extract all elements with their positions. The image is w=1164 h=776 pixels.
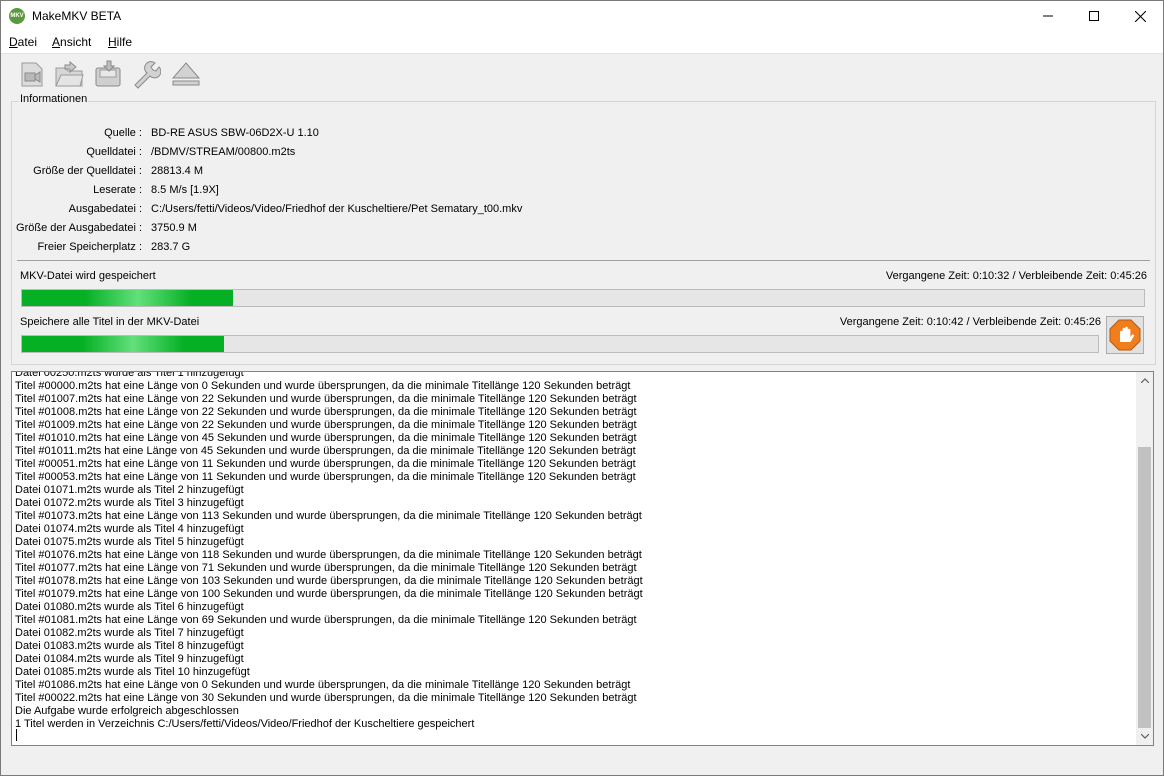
info-row-output-file: Ausgabedatei : C:/Users/fetti/Videos/Vid… [12, 203, 612, 219]
chevron-up-icon [1140, 378, 1149, 383]
makemkv-logo-icon: MKV [9, 8, 25, 24]
log-line: Titel #01079.m2ts hat eine Länge von 100… [15, 588, 643, 600]
log-line: Datei 01074.m2ts wurde als Titel 4 hinzu… [15, 523, 244, 535]
menu-hilfe[interactable]: Hilfe [108, 35, 132, 49]
log-line: Die Aufgabe wurde erfolgreich abgeschlos… [15, 705, 239, 717]
log-line: Titel #01007.m2ts hat eine Länge von 22 … [15, 393, 637, 405]
open-files-icon [21, 62, 43, 87]
info-label: Größe der Quelldatei : [33, 165, 142, 177]
log-line: Titel #00051.m2ts hat eine Länge von 11 … [15, 458, 636, 470]
progress-time-total: Vergangene Zeit: 0:10:42 / Verbleibende … [839, 316, 1101, 328]
open-folder-button[interactable] [53, 58, 85, 90]
close-icon [1134, 10, 1146, 22]
toolbar [1, 53, 1163, 94]
info-value: 28813.4 M [151, 165, 203, 177]
progress-label-total: Speichere alle Titel in der MKV-Datei [20, 316, 200, 328]
log-line: Datei 00250.m2ts wurde als Titel 1 hinzu… [15, 371, 244, 379]
info-label: Ausgabedatei : [68, 203, 142, 215]
info-value: C:/Users/fetti/Videos/Video/Friedhof der… [151, 203, 523, 215]
info-row-source-file: Quelldatei : /BDMV/STREAM/00800.m2ts [12, 146, 612, 162]
log-line: Datei 01085.m2ts wurde als Titel 10 hinz… [15, 666, 250, 678]
progress-bar-total [21, 335, 1099, 353]
progress-bar-file [21, 289, 1145, 307]
close-button[interactable] [1117, 1, 1163, 31]
chevron-down-icon [1140, 734, 1149, 739]
log-scrollbar[interactable] [1136, 372, 1153, 745]
info-label: Leserate : [93, 184, 142, 196]
log-line: Datei 01080.m2ts wurde als Titel 6 hinzu… [15, 601, 244, 613]
log-line: Titel #01009.m2ts hat eine Länge von 22 … [15, 419, 637, 431]
scrollbar-thumb[interactable] [1138, 447, 1151, 728]
progress-fill [22, 336, 225, 352]
maximize-button[interactable] [1071, 1, 1117, 31]
info-label: Quelldatei : [86, 146, 142, 158]
log-line: Titel #01078.m2ts hat eine Länge von 103… [15, 575, 643, 587]
info-row-source: Quelle : BD-RE ASUS SBW-06D2X-U 1.10 [12, 127, 612, 143]
log-line: Datei 01082.m2ts wurde als Titel 7 hinzu… [15, 627, 244, 639]
log-line: Titel #01010.m2ts hat eine Länge von 45 … [15, 432, 637, 444]
eject-button[interactable] [170, 58, 202, 90]
log-line: Datei 01071.m2ts wurde als Titel 2 hinzu… [15, 484, 244, 496]
info-row-read-rate: Leserate : 8.5 M/s [1.9X] [12, 184, 612, 200]
information-group-title: Informationen [19, 93, 89, 105]
log-line: Titel #01011.m2ts hat eine Länge von 45 … [15, 445, 636, 457]
log-line: Datei 01075.m2ts wurde als Titel 5 hinzu… [15, 536, 244, 548]
info-value: 283.7 G [151, 241, 191, 253]
open-folder-icon [55, 60, 84, 87]
scroll-up-button[interactable] [1136, 372, 1153, 389]
information-group: Informationen Quelle : BD-RE ASUS SBW-06… [11, 93, 1156, 365]
info-value: /BDMV/STREAM/00800.m2ts [151, 146, 296, 158]
log-line: Datei 01072.m2ts wurde als Titel 3 hinzu… [15, 497, 244, 509]
info-value: 8.5 M/s [1.9X] [151, 184, 219, 196]
save-mkv-button[interactable] [92, 58, 124, 90]
log-line: Titel #01077.m2ts hat eine Länge von 71 … [15, 562, 637, 574]
info-row-free-space: Freier Speicherplatz : 283.7 G [12, 241, 612, 257]
divider [17, 260, 1150, 261]
info-label: Quelle : [104, 127, 142, 139]
info-value: BD-RE ASUS SBW-06D2X-U 1.10 [151, 127, 319, 139]
text-caret [16, 729, 17, 741]
open-files-button[interactable] [16, 58, 48, 90]
info-label: Freier Speicherplatz : [37, 241, 142, 253]
log-line: Titel #00000.m2ts hat eine Länge von 0 S… [15, 380, 631, 392]
save-mkv-icon [95, 60, 121, 87]
log-line: Titel #01073.m2ts hat eine Länge von 113… [15, 510, 642, 522]
log-line: Titel #01076.m2ts hat eine Länge von 118… [15, 549, 642, 561]
settings-wrench-icon [134, 61, 161, 89]
eject-icon [171, 62, 201, 86]
info-label: Größe der Ausgabedatei : [16, 222, 142, 234]
log-line: Titel #01081.m2ts hat eine Länge von 69 … [15, 614, 637, 626]
minimize-icon [1043, 15, 1053, 17]
log-line: Titel #01008.m2ts hat eine Länge von 22 … [15, 406, 637, 418]
log-line: Titel #00022.m2ts hat eine Länge von 30 … [15, 692, 637, 704]
log-line: 1 Titel werden in Verzeichnis C:/Users/f… [15, 718, 475, 730]
stop-hand-icon [1109, 319, 1141, 351]
log-line: Datei 01084.m2ts wurde als Titel 9 hinzu… [15, 653, 244, 665]
menu-ansicht[interactable]: Ansicht [52, 35, 91, 49]
menu-datei[interactable]: Datei [9, 35, 37, 49]
info-value: 3750.9 M [151, 222, 197, 234]
maximize-icon [1089, 11, 1099, 21]
makemkv-window: MKV MakeMKV BETA Datei Ansicht Hilfe Inf… [0, 0, 1164, 776]
title-bar: MKV MakeMKV BETA [1, 1, 1163, 31]
settings-button[interactable] [130, 58, 162, 90]
minimize-button[interactable] [1025, 1, 1071, 31]
window-title: MakeMKV BETA [32, 9, 122, 23]
log-line: Titel #00053.m2ts hat eine Länge von 11 … [15, 471, 636, 483]
info-row-source-size: Größe der Quelldatei : 28813.4 M [12, 165, 612, 181]
log-output[interactable]: Datei 00250.m2ts wurde als Titel 1 hinzu… [11, 371, 1154, 746]
info-row-output-size: Größe der Ausgabedatei : 3750.9 M [12, 222, 612, 238]
stop-button[interactable] [1106, 316, 1144, 354]
menu-bar: Datei Ansicht Hilfe [1, 31, 1163, 53]
log-lines: Datei 00250.m2ts wurde als Titel 1 hinzu… [15, 371, 1135, 731]
progress-label-file: MKV-Datei wird gespeichert [20, 270, 156, 282]
scroll-down-button[interactable] [1136, 728, 1153, 745]
progress-fill [22, 290, 233, 306]
log-line: Titel #01086.m2ts hat eine Länge von 0 S… [15, 679, 631, 691]
log-line: Datei 01083.m2ts wurde als Titel 8 hinzu… [15, 640, 244, 652]
progress-time-file: Vergangene Zeit: 0:10:32 / Verbleibende … [885, 270, 1147, 282]
